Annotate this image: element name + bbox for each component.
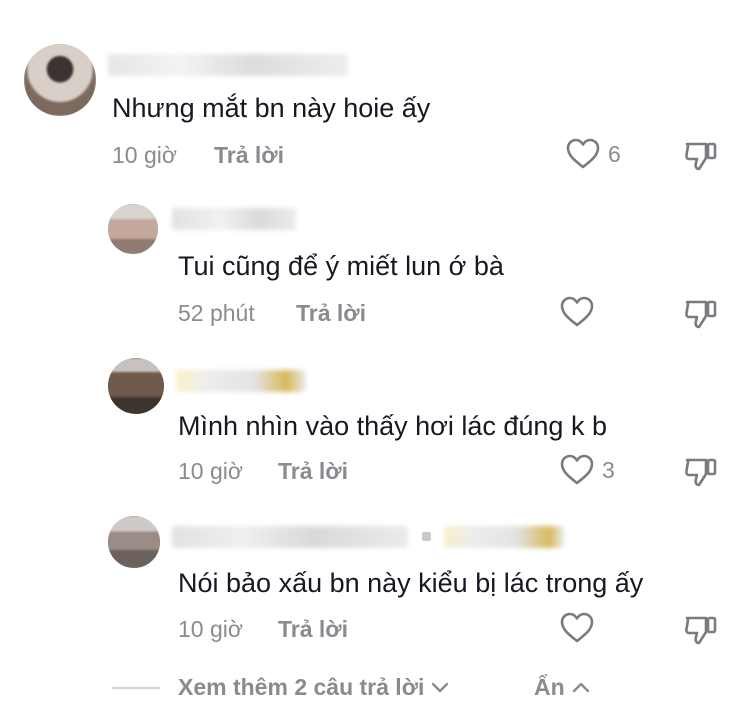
hide-label: Ẩn [534, 674, 565, 700]
hide-replies-button[interactable]: Ẩn [534, 672, 591, 702]
chevron-up-icon [571, 680, 591, 694]
comment-time: 52 phút [178, 300, 255, 326]
comment-text: Nhưng mắt bn này hoie ấy [112, 93, 431, 123]
comment-time: 10 giờ [178, 616, 243, 642]
heart-outline-icon [566, 138, 600, 170]
heart-outline-icon [560, 454, 594, 486]
like-count: 3 [602, 456, 615, 483]
replies-divider [112, 687, 160, 689]
reply-button[interactable]: Trả lời [214, 140, 284, 170]
comment-time: 10 giờ [178, 458, 243, 484]
chevron-down-icon [430, 680, 450, 694]
username-blurred[interactable] [172, 208, 296, 230]
like-button[interactable]: 3 [560, 454, 615, 486]
heart-outline-icon [560, 296, 594, 328]
username-blurred[interactable] [444, 526, 564, 548]
separator-dot [422, 532, 431, 541]
comment-text: Tui cũng để ý miết lun ớ bà [178, 251, 504, 281]
avatar[interactable] [108, 358, 164, 414]
comment-text: Nói bảo xấu bn này kiểu bị lác trong ấy [178, 568, 644, 598]
reply-button[interactable]: Trả lời [278, 456, 348, 486]
username-blurred[interactable] [108, 54, 348, 76]
comment-time: 10 giờ [112, 142, 177, 168]
reply-button[interactable]: Trả lời [278, 614, 348, 644]
avatar[interactable] [108, 204, 158, 254]
username-blurred[interactable] [172, 526, 408, 548]
thumbs-down-icon[interactable] [684, 612, 718, 646]
comment-text: Mình nhìn vào thấy hơi lác đúng k b [178, 411, 607, 441]
like-count: 6 [608, 140, 621, 167]
reply-button[interactable]: Trả lời [296, 298, 366, 328]
avatar[interactable] [24, 44, 96, 116]
username-blurred[interactable] [176, 370, 306, 392]
view-more-label: Xem thêm 2 câu trả lời [178, 674, 425, 700]
avatar[interactable] [108, 516, 160, 568]
thumbs-down-icon[interactable] [684, 138, 718, 172]
thumbs-down-icon[interactable] [684, 454, 718, 488]
heart-outline-icon [560, 612, 594, 644]
like-button[interactable]: 6 [566, 138, 621, 170]
like-button[interactable] [560, 296, 602, 328]
view-more-replies-button[interactable]: Xem thêm 2 câu trả lời [178, 672, 450, 702]
like-button[interactable] [560, 612, 602, 644]
thumbs-down-icon[interactable] [684, 296, 718, 330]
